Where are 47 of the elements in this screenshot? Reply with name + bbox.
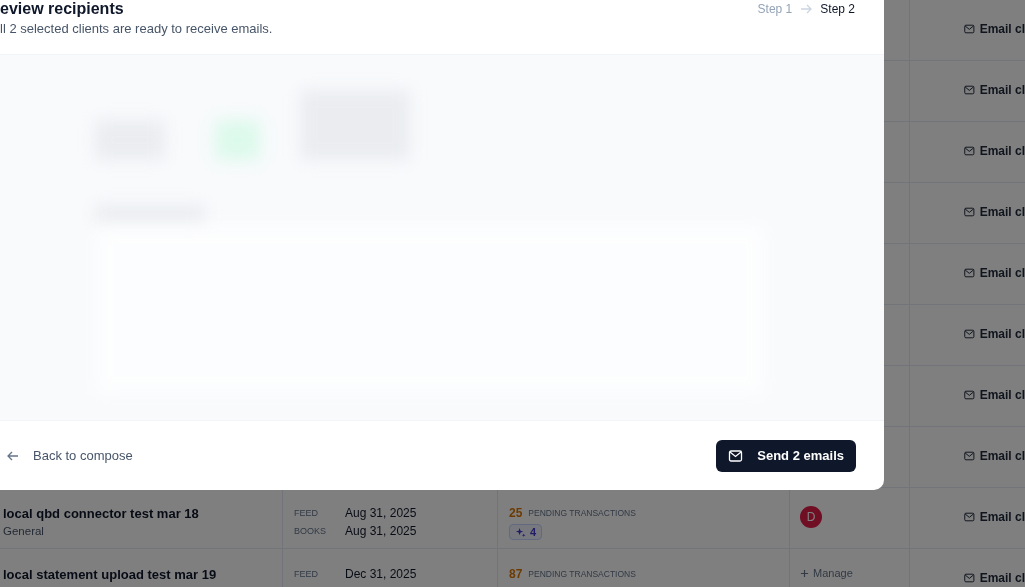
email-client-link[interactable]: Email cl bbox=[964, 571, 1025, 585]
pending-label: PENDING TRANSACTIONS bbox=[528, 508, 636, 518]
sparkle-badge: 4 bbox=[509, 524, 543, 540]
mail-icon bbox=[964, 145, 975, 157]
mail-icon bbox=[964, 450, 975, 462]
back-link[interactable]: Back to compose bbox=[7, 448, 133, 463]
manage-link[interactable]: Manage bbox=[800, 567, 909, 579]
dialog-subtitle: ll 2 selected clients are ready to receive emails. bbox=[0, 21, 273, 36]
mail-icon bbox=[964, 511, 975, 523]
client-name: local statement upload test mar 19 bbox=[3, 567, 218, 582]
email-client-link[interactable]: Email cl bbox=[964, 22, 1025, 36]
books-label: BOOKS bbox=[294, 526, 327, 536]
mail-icon bbox=[964, 267, 975, 279]
mail-icon bbox=[964, 206, 975, 218]
mail-icon bbox=[964, 572, 975, 584]
books-date: Aug 31, 2025 bbox=[345, 524, 417, 538]
client-group: General bbox=[3, 525, 282, 537]
feed-date: Aug 31, 2025 bbox=[345, 506, 417, 520]
arrow-right-icon bbox=[800, 4, 813, 14]
pending-label: PENDING TRANSACTIONS bbox=[528, 569, 636, 579]
email-client-link[interactable]: Email cl bbox=[964, 327, 1025, 341]
email-client-link[interactable]: Email cl bbox=[964, 266, 1025, 280]
email-client-link[interactable]: Email cl bbox=[964, 510, 1025, 524]
step-indicator: Step 1 bbox=[757, 2, 793, 16]
email-client-link[interactable]: Email cl bbox=[964, 83, 1025, 97]
feed-label: FEED bbox=[294, 508, 319, 518]
arrow-left-icon bbox=[7, 450, 19, 461]
step-indicator: Step 2 bbox=[820, 2, 855, 16]
feed-label: FEED bbox=[294, 569, 319, 579]
assignee-avatar: D bbox=[800, 506, 822, 528]
sparkle-icon bbox=[515, 526, 526, 538]
mail-icon bbox=[964, 84, 975, 96]
email-client-link[interactable]: Email cl bbox=[964, 388, 1025, 402]
mail-icon bbox=[728, 449, 744, 462]
pending-count: 87 bbox=[509, 567, 523, 581]
plus-icon bbox=[800, 568, 809, 578]
send-button[interactable]: Send 2 emails bbox=[716, 439, 856, 472]
mail-icon bbox=[964, 389, 975, 401]
email-client-link[interactable]: Email cl bbox=[964, 205, 1025, 219]
email-client-link[interactable]: Email cl bbox=[964, 144, 1025, 158]
pending-count: 25 bbox=[509, 506, 523, 520]
dialog-title: eview recipients bbox=[0, 0, 125, 18]
email-client-link[interactable]: Email cl bbox=[964, 449, 1025, 463]
feed-date: Dec 31, 2025 bbox=[345, 567, 417, 581]
mail-icon bbox=[964, 328, 975, 340]
client-name: local qbd connector test mar 18 bbox=[3, 506, 200, 521]
mail-icon bbox=[964, 23, 975, 35]
